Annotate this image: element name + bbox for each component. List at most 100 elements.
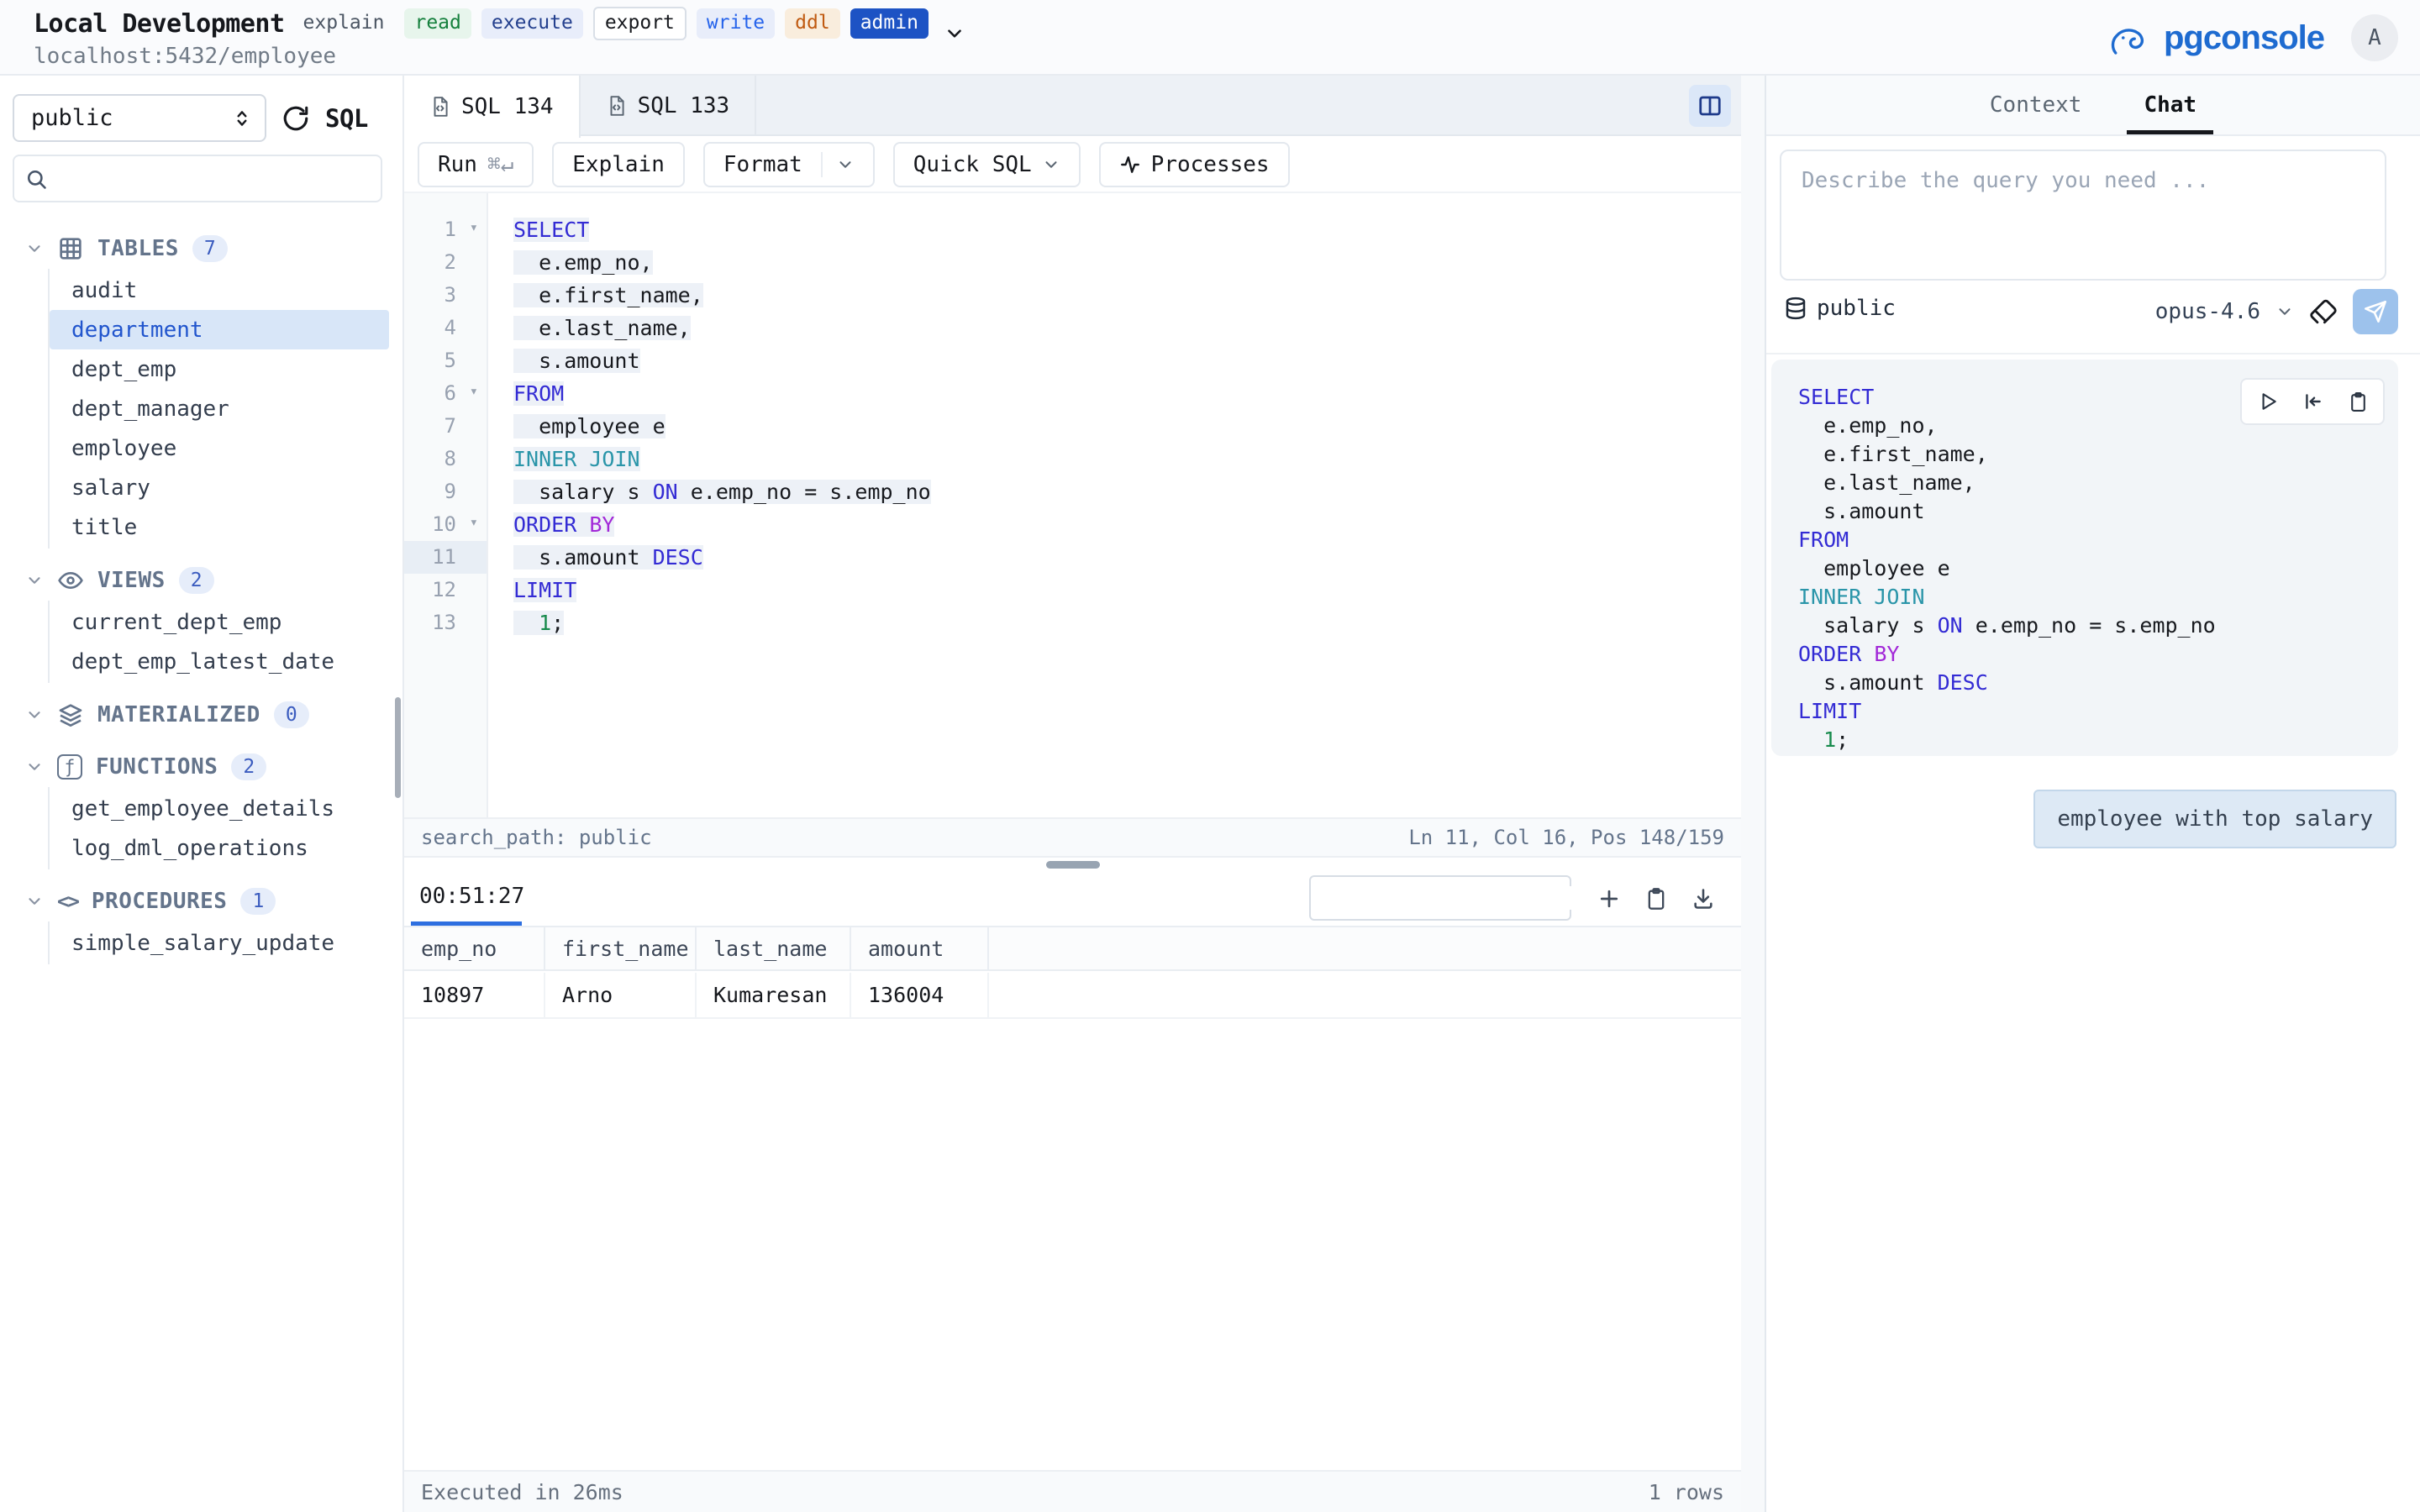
tree-item-audit[interactable]: audit xyxy=(50,270,389,310)
line-number-6[interactable]: 6▾ xyxy=(404,377,487,410)
chevron-down-icon[interactable] xyxy=(25,892,44,911)
insert-sql-button[interactable] xyxy=(2302,391,2324,412)
assistant-code-line-12: LIMIT xyxy=(1798,697,2398,726)
line-number-9[interactable]: 9 xyxy=(404,475,487,508)
sql-editor[interactable]: 1▾23456▾78910▾111213 SELECT e.emp_no, e.… xyxy=(404,193,1741,817)
processes-button[interactable]: Processes xyxy=(1099,142,1290,187)
editor-results-splitter[interactable] xyxy=(404,858,1741,872)
line-number-10[interactable]: 10▾ xyxy=(404,508,487,541)
tree-item-get_employee_details[interactable]: get_employee_details xyxy=(50,789,389,828)
editor-code-line-8[interactable]: INNER JOIN xyxy=(513,443,1741,475)
cell-first_name[interactable]: Arno xyxy=(545,973,697,1017)
column-header-emp_no[interactable]: emp_no xyxy=(404,927,545,969)
chevron-down-icon[interactable] xyxy=(25,706,44,724)
editor-code-line-4[interactable]: e.last_name, xyxy=(513,312,1741,344)
chevron-down-icon[interactable] xyxy=(25,571,44,590)
editor-code-line-10[interactable]: ORDER BY xyxy=(513,508,1741,541)
tree-item-department[interactable]: department xyxy=(50,310,389,349)
copy-sql-button[interactable] xyxy=(2348,391,2369,412)
section-header-procedures[interactable]: <>PROCEDURES1 xyxy=(0,881,397,921)
sidebar-search-input[interactable] xyxy=(56,166,371,192)
format-button[interactable]: Format xyxy=(703,142,875,187)
line-number-3[interactable]: 3 xyxy=(404,279,487,312)
results-search[interactable] xyxy=(1309,875,1571,921)
line-number-5[interactable]: 5 xyxy=(404,344,487,377)
section-header-functions[interactable]: ƒFUNCTIONS2 xyxy=(0,747,397,787)
fold-toggle-icon[interactable]: ▾ xyxy=(470,375,478,408)
editor-tab-sql-134[interactable]: SQL 134 xyxy=(404,76,581,138)
result-tab-timer[interactable]: 00:51:27 xyxy=(419,884,524,909)
clear-chat-button[interactable] xyxy=(2309,297,2338,326)
download-results-button[interactable] xyxy=(1685,880,1722,917)
editor-code-line-1[interactable]: SELECT xyxy=(513,213,1741,246)
tab-chat[interactable]: Chat xyxy=(2137,76,2203,134)
line-number-1[interactable]: 1▾ xyxy=(404,213,487,246)
editor-code-line-12[interactable]: LIMIT xyxy=(513,574,1741,606)
chevron-down-icon[interactable] xyxy=(25,758,44,776)
cell-amount[interactable]: 136004 xyxy=(851,973,989,1017)
user-avatar[interactable]: A xyxy=(2351,14,2398,61)
editor-tab-sql-133[interactable]: SQL 133 xyxy=(581,76,757,136)
column-header-first_name[interactable]: first_name xyxy=(545,927,697,969)
editor-code[interactable]: SELECT e.emp_no, e.first_name, e.last_na… xyxy=(488,193,1741,817)
editor-code-line-13[interactable]: 1; xyxy=(513,606,1741,639)
copy-results-button[interactable] xyxy=(1638,880,1675,917)
sidebar-search[interactable] xyxy=(13,155,382,202)
table-row[interactable]: 10897ArnoKumaresan136004 xyxy=(404,973,1741,1019)
tree-item-employee[interactable]: employee xyxy=(50,428,389,468)
tree-item-dept_emp_latest_date[interactable]: dept_emp_latest_date xyxy=(50,642,389,681)
explain-button[interactable]: Explain xyxy=(552,142,685,187)
line-number-7[interactable]: 7 xyxy=(404,410,487,443)
tree-item-title[interactable]: title xyxy=(50,507,389,547)
sql-mode-label[interactable]: SQL xyxy=(325,104,368,133)
query-description-input[interactable] xyxy=(1780,150,2386,281)
section-header-tables[interactable]: TABLES7 xyxy=(0,228,397,269)
results-filter-input[interactable] xyxy=(1328,886,1585,910)
model-select[interactable]: opus-4.6 xyxy=(2155,299,2260,324)
tree-item-dept_emp[interactable]: dept_emp xyxy=(50,349,389,389)
section-header-materialized[interactable]: MATERIALIZED0 xyxy=(0,695,397,735)
splitter-handle[interactable] xyxy=(1046,861,1100,869)
line-number-11[interactable]: 11 xyxy=(404,541,487,574)
schema-select[interactable]: public xyxy=(13,94,266,142)
section-header-views[interactable]: VIEWS2 xyxy=(0,560,397,601)
cell-emp_no[interactable]: 10897 xyxy=(404,973,545,1017)
toggle-side-panel-button[interactable] xyxy=(1689,85,1731,127)
tree-item-log_dml_operations[interactable]: log_dml_operations xyxy=(50,828,389,868)
cell-last_name[interactable]: Kumaresan xyxy=(697,973,851,1017)
chat-controls: public opus-4.6 xyxy=(1766,286,2420,354)
line-number-12[interactable]: 12 xyxy=(404,574,487,606)
tree-item-salary[interactable]: salary xyxy=(50,468,389,507)
code-token: e.emp_no, xyxy=(513,250,653,275)
section-label: TABLES xyxy=(97,236,179,261)
tab-context[interactable]: Context xyxy=(1983,76,2089,134)
editor-code-line-11[interactable]: s.amount DESC xyxy=(513,541,1741,574)
model-chevron-down-icon[interactable] xyxy=(2275,302,2294,321)
line-number-8[interactable]: 8 xyxy=(404,443,487,475)
line-number-13[interactable]: 13 xyxy=(404,606,487,639)
line-number-2[interactable]: 2 xyxy=(404,246,487,279)
editor-code-line-7[interactable]: employee e xyxy=(513,410,1741,443)
fold-toggle-icon[interactable]: ▾ xyxy=(470,212,478,244)
column-header-amount[interactable]: amount xyxy=(851,927,989,969)
editor-code-line-9[interactable]: salary s ON e.emp_no = s.emp_no xyxy=(513,475,1741,508)
connection-chevron-down-icon[interactable] xyxy=(944,23,965,45)
add-row-button[interactable] xyxy=(1591,880,1628,917)
tree-item-current_dept_emp[interactable]: current_dept_emp xyxy=(50,602,389,642)
editor-code-line-5[interactable]: s.amount xyxy=(513,344,1741,377)
send-button[interactable] xyxy=(2353,289,2398,334)
editor-code-line-2[interactable]: e.emp_no, xyxy=(513,246,1741,279)
column-header-last_name[interactable]: last_name xyxy=(697,927,851,969)
editor-code-line-6[interactable]: FROM xyxy=(513,377,1741,410)
run-button[interactable]: Run ⌘↵ xyxy=(418,142,534,187)
sidebar-scrollbar[interactable] xyxy=(395,697,401,798)
refresh-icon[interactable] xyxy=(281,104,310,133)
run-generated-sql-button[interactable] xyxy=(2257,391,2279,412)
tree-item-simple_salary_update[interactable]: simple_salary_update xyxy=(50,923,389,963)
editor-code-line-3[interactable]: e.first_name, xyxy=(513,279,1741,312)
line-number-4[interactable]: 4 xyxy=(404,312,487,344)
fold-toggle-icon[interactable]: ▾ xyxy=(470,507,478,539)
quick-sql-button[interactable]: Quick SQL xyxy=(893,142,1081,187)
chevron-down-icon[interactable] xyxy=(25,239,44,258)
tree-item-dept_manager[interactable]: dept_manager xyxy=(50,389,389,428)
